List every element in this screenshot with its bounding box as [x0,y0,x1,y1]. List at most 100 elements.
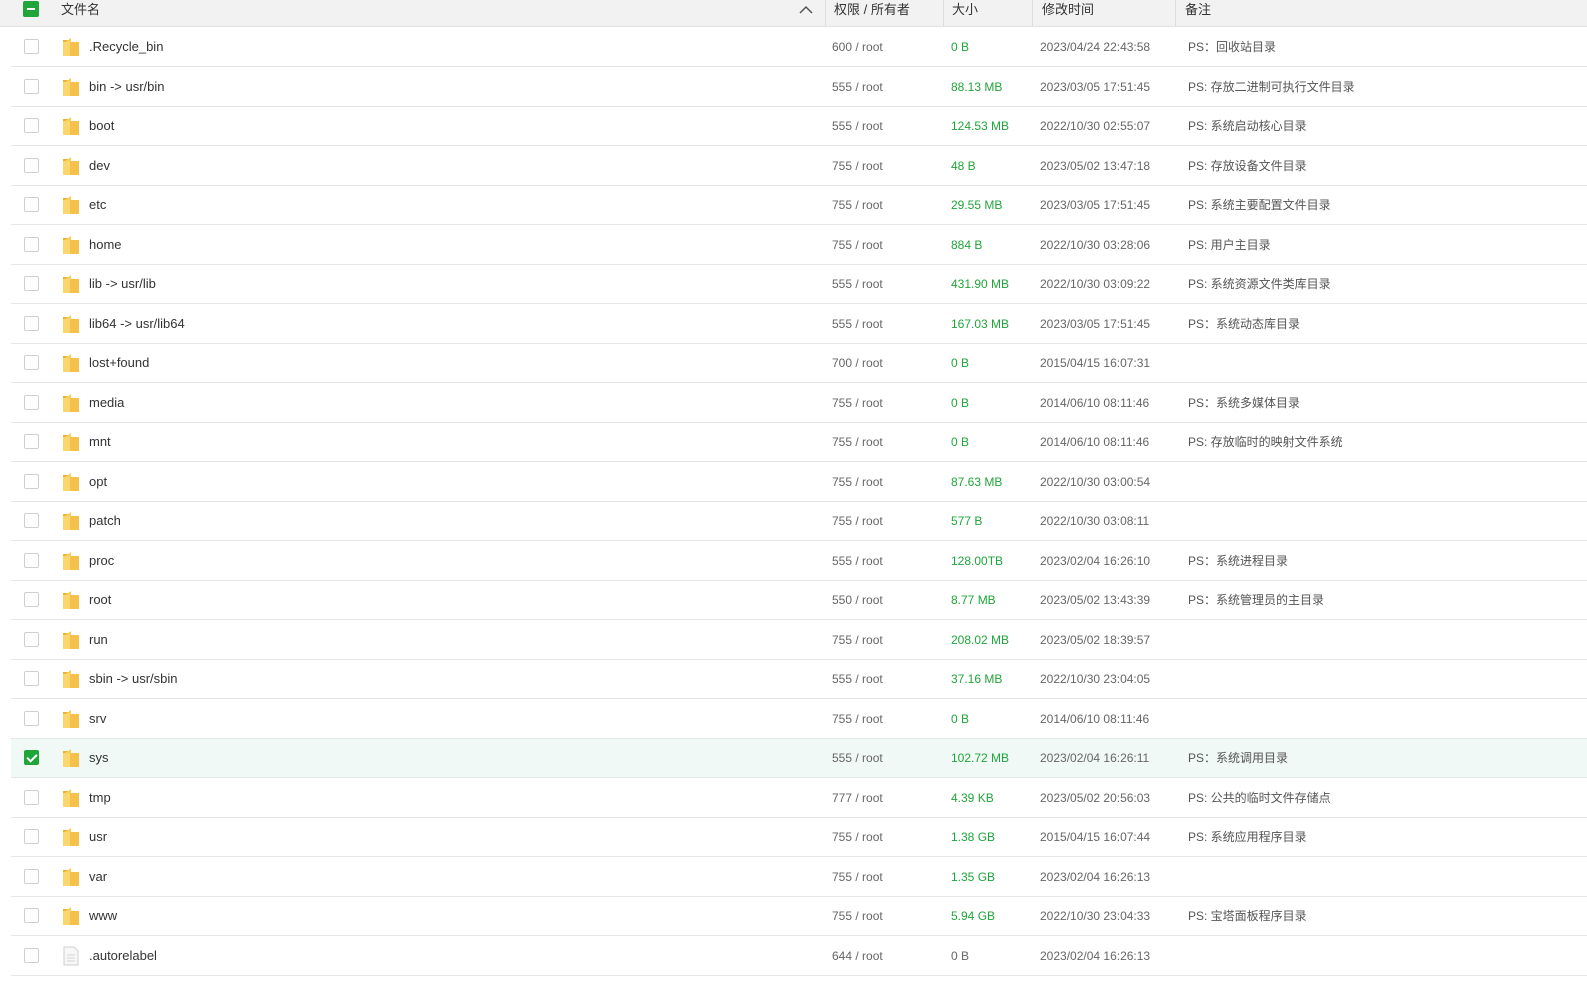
table-row[interactable]: usr 755 / root 1.38 GB 2015/04/15 16:07:44 P… [11,818,1587,857]
file-name[interactable]: patch [89,502,121,540]
permission-owner[interactable]: 555 / root [832,265,883,303]
row-checkbox[interactable] [24,395,39,410]
file-size[interactable]: 87.63 MB [951,463,1002,501]
file-name[interactable]: media [89,384,124,422]
file-size[interactable]: 8.77 MB [951,581,996,619]
file-size[interactable]: 88.13 MB [951,68,1002,106]
table-row[interactable]: sbin -> usr/sbin 555 / root 37.16 MB 2022/1… [11,660,1587,699]
file-size[interactable]: 208.02 MB [951,621,1009,659]
table-row[interactable]: patch 755 / root 577 B 2022/10/30 03:08:11 [11,502,1587,541]
file-name[interactable]: mnt [89,423,111,461]
file-name[interactable]: dev [89,147,110,185]
row-checkbox[interactable] [24,355,39,370]
table-row[interactable]: lost+found 700 / root 0 B 2015/04/15 16:07:… [11,344,1587,383]
note-text[interactable]: PS：系统多媒体目录 [1188,384,1300,422]
note-text[interactable]: PS: 存放设备文件目录 [1188,147,1307,185]
file-name[interactable]: opt [89,463,107,501]
row-checkbox[interactable] [24,671,39,686]
row-checkbox[interactable] [24,276,39,291]
table-row[interactable]: mnt 755 / root 0 B 2014/06/10 08:11:46 PS: 存… [11,423,1587,462]
row-checkbox[interactable] [24,316,39,331]
permission-owner[interactable]: 555 / root [832,305,883,343]
row-checkbox[interactable] [24,948,39,963]
file-size[interactable]: 29.55 MB [951,186,1002,224]
note-text[interactable]: PS: 用户主目录 [1188,226,1271,264]
file-size[interactable]: 0 B [951,700,969,738]
permission-owner[interactable]: 644 / root [832,937,883,975]
row-checkbox[interactable] [24,158,39,173]
table-row[interactable]: media 755 / root 0 B 2014/06/10 08:11:46 PS：… [11,384,1587,423]
permission-owner[interactable]: 755 / root [832,502,883,540]
file-name[interactable]: www [89,897,117,935]
permission-owner[interactable]: 755 / root [832,186,883,224]
table-row[interactable]: www 755 / root 5.94 GB 2022/10/30 23:04:33 P… [11,897,1587,936]
file-size[interactable]: 5.94 GB [951,897,995,935]
table-row[interactable]: opt 755 / root 87.63 MB 2022/10/30 03:00:54 [11,463,1587,502]
column-header-name[interactable]: 文件名 [61,0,100,26]
file-size[interactable]: 102.72 MB [951,739,1009,777]
table-row[interactable]: lib -> usr/lib 555 / root 431.90 MB 2022/10… [11,265,1587,304]
note-text[interactable]: PS: 公共的临时文件存储点 [1188,779,1331,817]
file-size[interactable]: 0 B [951,423,969,461]
file-name[interactable]: lib -> usr/lib [89,265,156,303]
row-checkbox[interactable] [24,513,39,528]
file-name[interactable]: tmp [89,779,111,817]
note-text[interactable]: PS：回收站目录 [1188,28,1276,66]
table-row[interactable]: lib64 -> usr/lib64 555 / root 167.03 MB 202… [11,305,1587,344]
note-text[interactable]: PS：系统调用目录 [1188,739,1288,777]
file-name[interactable]: etc [89,186,106,224]
row-checkbox[interactable] [24,750,39,765]
permission-owner[interactable]: 555 / root [832,107,883,145]
permission-owner[interactable]: 755 / root [832,818,883,856]
file-name[interactable]: sbin -> usr/sbin [89,660,178,698]
file-size[interactable]: 884 B [951,226,982,264]
row-checkbox[interactable] [24,829,39,844]
table-row[interactable]: etc 755 / root 29.55 MB 2023/03/05 17:51:45… [11,186,1587,225]
file-name[interactable]: proc [89,542,114,580]
row-checkbox[interactable] [24,79,39,94]
row-checkbox[interactable] [24,790,39,805]
table-row[interactable]: tmp 777 / root 4.39 KB 2023/05/02 20:56:03 P… [11,779,1587,818]
file-name[interactable]: srv [89,700,106,738]
file-name[interactable]: home [89,226,122,264]
file-name[interactable]: boot [89,107,114,145]
table-row[interactable]: bin -> usr/bin 555 / root 88.13 MB 2023/03/… [11,68,1587,107]
table-row[interactable]: sys 555 / root 102.72 MB 2023/02/04 16:26:1… [11,739,1587,778]
permission-owner[interactable]: 555 / root [832,660,883,698]
permission-owner[interactable]: 755 / root [832,463,883,501]
file-name[interactable]: sys [89,739,109,777]
file-name[interactable]: var [89,858,107,896]
file-name[interactable]: bin -> usr/bin [89,68,165,106]
column-header-size[interactable]: 大小 [952,0,978,26]
file-size[interactable]: 0 B [951,384,969,422]
file-size[interactable]: 128.00TB [951,542,1003,580]
file-size[interactable]: 48 B [951,147,976,185]
file-size[interactable]: 1.35 GB [951,858,995,896]
note-text[interactable]: PS: 系统应用程序目录 [1188,818,1307,856]
row-checkbox[interactable] [24,869,39,884]
table-row[interactable]: root 550 / root 8.77 MB 2023/05/02 13:43:39… [11,581,1587,620]
file-size[interactable]: 0 B [951,344,969,382]
permission-owner[interactable]: 555 / root [832,542,883,580]
row-checkbox[interactable] [24,632,39,647]
permission-owner[interactable]: 555 / root [832,68,883,106]
table-row[interactable]: boot 555 / root 124.53 MB 2022/10/30 02:55:… [11,107,1587,146]
file-size[interactable]: 4.39 KB [951,779,994,817]
column-header-modified[interactable]: 修改时间 [1042,0,1094,26]
file-name[interactable]: root [89,581,111,619]
column-header-permission[interactable]: 权限 / 所有者 [834,0,910,26]
table-row[interactable]: run 755 / root 208.02 MB 2023/05/02 18:39:5… [11,621,1587,660]
note-text[interactable]: PS: 系统主要配置文件目录 [1188,186,1331,224]
file-size[interactable]: 37.16 MB [951,660,1002,698]
table-row[interactable]: .autorelabel 644 / root 0 B 2023/02/04 16:2… [11,937,1587,976]
row-checkbox[interactable] [24,553,39,568]
note-text[interactable]: PS：系统管理员的主目录 [1188,581,1324,619]
file-size[interactable]: 167.03 MB [951,305,1009,343]
table-row[interactable]: srv 755 / root 0 B 2014/06/10 08:11:46 [11,700,1587,739]
note-text[interactable]: PS: 宝塔面板程序目录 [1188,897,1307,935]
file-name[interactable]: run [89,621,108,659]
permission-owner[interactable]: 755 / root [832,384,883,422]
row-checkbox[interactable] [24,434,39,449]
file-name[interactable]: lost+found [89,344,149,382]
permission-owner[interactable]: 600 / root [832,28,883,66]
